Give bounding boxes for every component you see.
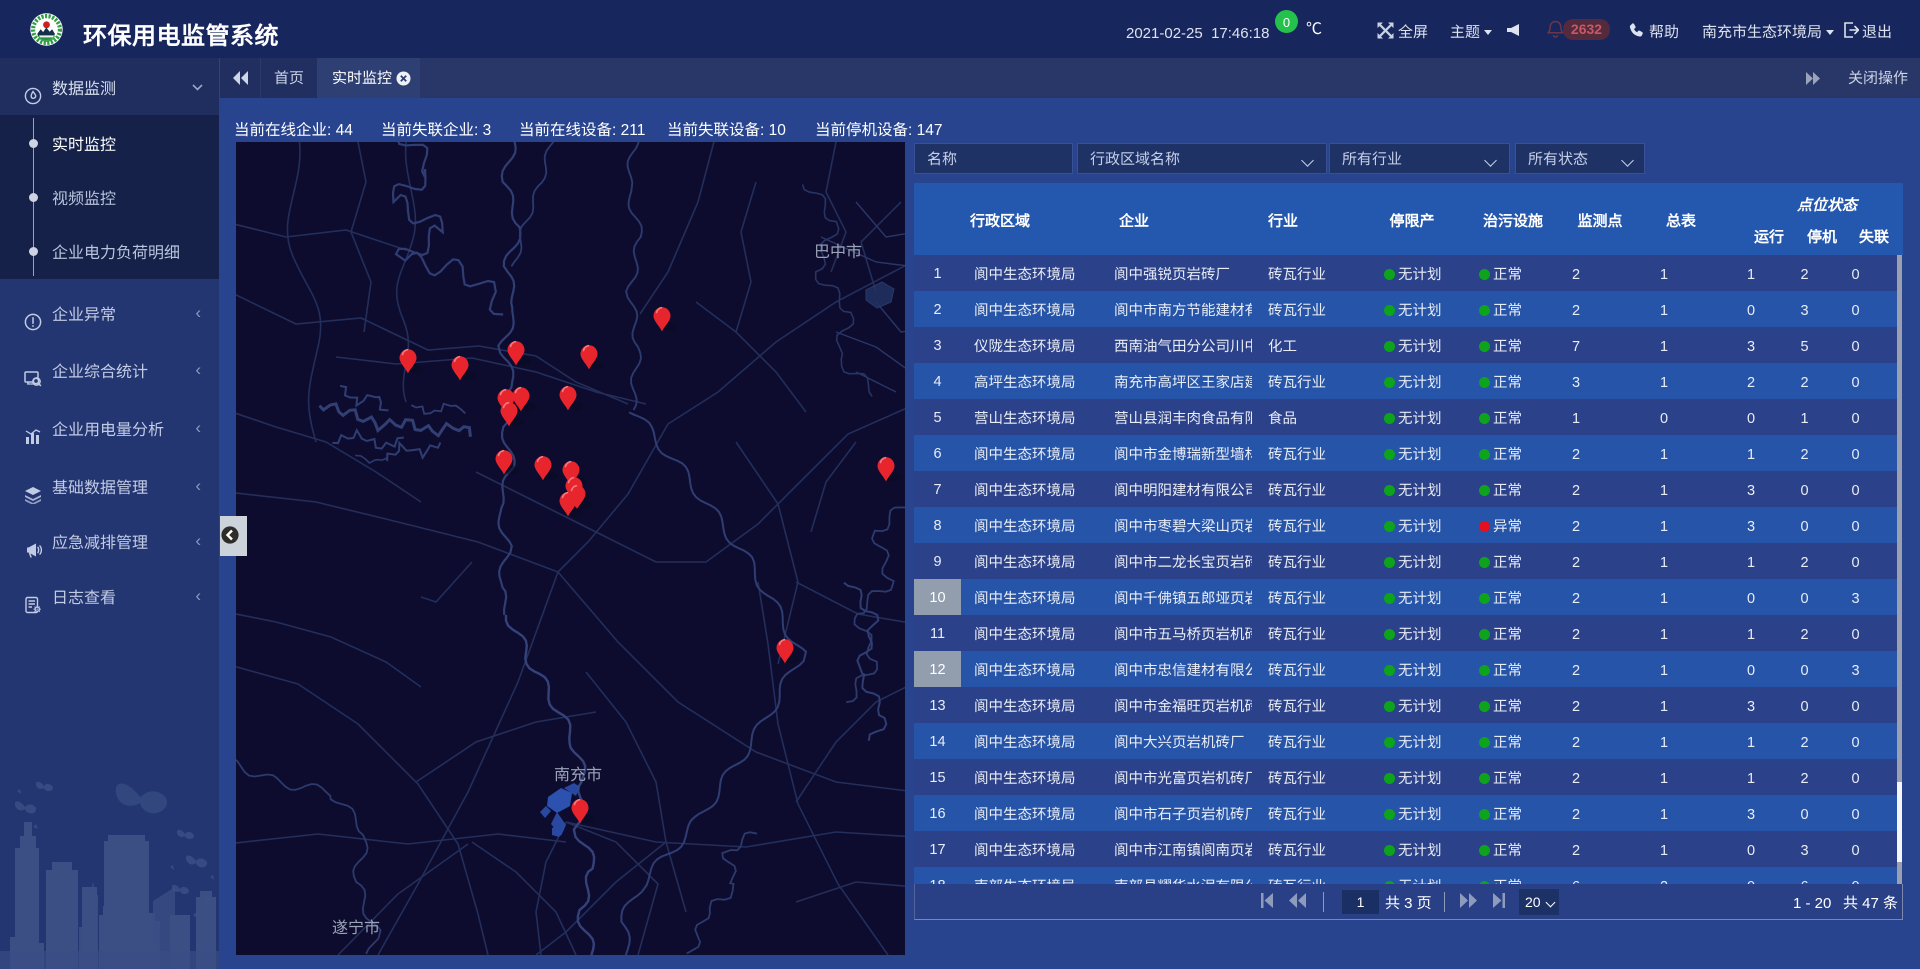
svg-text:遂宁市: 遂宁市 — [332, 914, 380, 938]
svg-text:巴中市: 巴中市 — [814, 238, 862, 262]
svg-text:南充市: 南充市 — [554, 761, 602, 785]
